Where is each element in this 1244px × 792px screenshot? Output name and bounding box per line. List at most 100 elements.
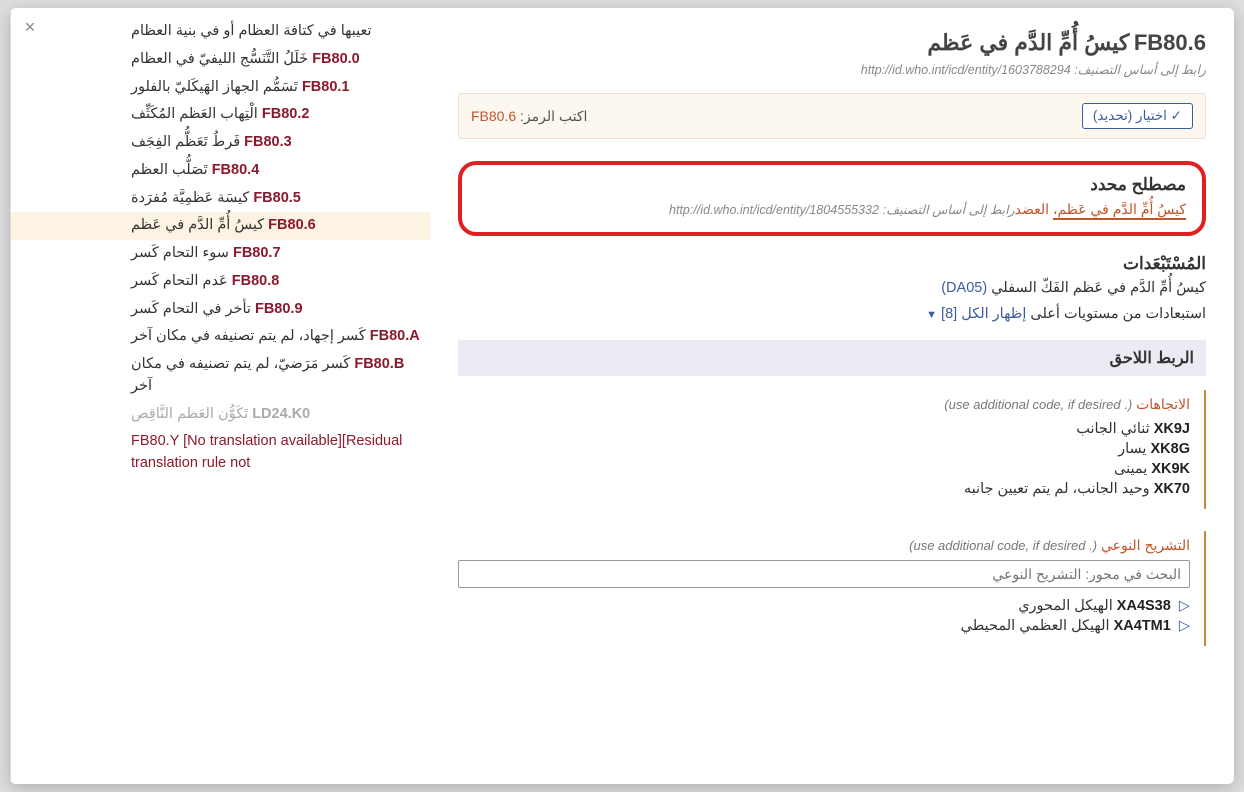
exclusion-text: كيسُ أُمِّ الدَّم في عَظم الفَكّ السفلي xyxy=(991,280,1206,296)
expand-icon[interactable]: ▷ xyxy=(1179,598,1190,614)
nav-code: FB80.6 xyxy=(268,217,316,233)
nav-code: FB80.A xyxy=(370,328,420,344)
nav-code: FB80.Y xyxy=(131,433,179,449)
nav-code: FB80.0 xyxy=(312,51,360,67)
showall-label: استبعادات من مستويات أعلى xyxy=(1030,306,1206,322)
axis-item-code: XA4TM1 xyxy=(1114,618,1171,634)
matched-term-line: كيسُ أُمِّ الدَّم في عَظم، العضدرابط إلى… xyxy=(478,201,1186,218)
axis-item-code: XK9K xyxy=(1151,461,1190,477)
axis-title: التشريح النوعي (. use additional code, i… xyxy=(458,537,1190,554)
foundation-label: رابط إلى أساس التصنيف: xyxy=(1074,63,1206,77)
axis-search-input[interactable] xyxy=(458,560,1190,588)
matched-term-text: كيسُ أُمِّ الدَّم في عَظم، xyxy=(1053,201,1186,220)
nav-item[interactable]: FB80.0 خَلَلُ التَّنَسُّج الليفيّ في الع… xyxy=(11,46,430,74)
matched-term-highlight: مصطلح محدد كيسُ أُمِّ الدَّم في عَظم، ال… xyxy=(458,161,1206,236)
axis-item-code: XA4S38 xyxy=(1117,598,1171,614)
nav-label: الْتِهاب العَظم المُكَثِّف xyxy=(131,106,262,122)
matched-term-extra: العضد xyxy=(1015,201,1049,217)
nav-item[interactable]: FB80.2 الْتِهاب العَظم المُكَثِّف xyxy=(11,101,430,129)
matched-term-heading: مصطلح محدد xyxy=(478,175,1186,195)
axis-item[interactable]: XK9J ثنائي الجانب xyxy=(458,419,1190,439)
nav-code: FB80.5 xyxy=(253,190,301,206)
nav-label: سوء التحام كَسر xyxy=(131,245,233,261)
nav-item[interactable]: FB80.7 سوء التحام كَسر xyxy=(11,240,430,268)
page-title: FB80.6 كيسُ أُمِّ الدَّم في عَظم xyxy=(458,30,1206,56)
nav-item[interactable]: تعيبها في كتافة العظام أو في بنية العظام xyxy=(11,18,430,46)
select-button[interactable]: ✓ اختيار (تحديد) xyxy=(1082,103,1193,129)
code-entry-label: اكتب الرمز: xyxy=(520,108,587,124)
hierarchy-sidebar[interactable]: تعيبها في كتافة العظام أو في بنية العظام… xyxy=(10,8,430,784)
axis-name: الاتجاهات xyxy=(1136,396,1190,412)
axis-item-code: XK70 xyxy=(1154,481,1190,497)
exclusions-block: المُسْتَبْعَدات كيسُ أُمِّ الدَّم في عَظ… xyxy=(458,254,1206,322)
nav-code: FB80.9 xyxy=(255,301,303,317)
code-entry: اكتب الرمز: FB80.6 xyxy=(471,108,587,125)
axis-item[interactable]: ▷ XA4TM1 الهيكل العظمي المحيطي xyxy=(458,616,1190,636)
axis-item-label: وحيد الجانب، لم يتم تعيين جانبه xyxy=(964,481,1150,497)
nav-label: خَلَلُ التَّنَسُّج الليفيّ في العظام xyxy=(131,51,312,67)
showall-link[interactable]: إظهار الكل [8] xyxy=(941,306,1026,322)
nav-item[interactable]: LD24.K0 تَكَوُّن العَظم النَّاقِص xyxy=(11,401,430,429)
code-entry-value: FB80.6 xyxy=(471,108,516,124)
axis-anatomy: التشريح النوعي (. use additional code, i… xyxy=(458,531,1206,646)
matched-term-uri[interactable]: http://id.who.int/icd/entity/1804555332 xyxy=(669,203,879,217)
axis-title: الاتجاهات (. use additional code, if des… xyxy=(458,396,1190,413)
nav-item[interactable]: FB80.5 كيسَة عَظمِيَّة مُفرَدة xyxy=(11,185,430,213)
axis-note: (. use additional code, if desired) xyxy=(944,397,1132,412)
exclusion-code-link[interactable]: (DA05) xyxy=(941,280,987,296)
main-content: FB80.6 كيسُ أُمِّ الدَّم في عَظم رابط إل… xyxy=(430,8,1234,784)
matched-term-foundation-label: رابط إلى أساس التصنيف: xyxy=(883,203,1015,217)
nav-code: FB80.8 xyxy=(232,273,280,289)
axis-item-label: الهيكل العظمي المحيطي xyxy=(961,618,1110,634)
nav-code: LD24.K0 xyxy=(252,406,310,422)
close-icon[interactable]: × xyxy=(20,18,40,38)
nav-list: تعيبها في كتافة العظام أو في بنية العظام… xyxy=(11,14,430,482)
axis-item[interactable]: XK70 وحيد الجانب، لم يتم تعيين جانبه xyxy=(458,479,1190,499)
nav-label: كيسَة عَظمِيَّة مُفرَدة xyxy=(131,190,253,206)
nav-code: FB80.7 xyxy=(233,245,281,261)
nav-item[interactable]: FB80.4 تَصَلُّب العظم xyxy=(11,157,430,185)
nav-item[interactable]: FB80.3 فَرطُ تَعَظُّم الفِجَف xyxy=(11,129,430,157)
nav-label: تَكَوُّن العَظم النَّاقِص xyxy=(131,406,252,422)
nav-label: تعيبها في كتافة العظام أو في بنية العظام xyxy=(131,23,372,39)
nav-label: عَدم التحام كَسر xyxy=(131,273,232,289)
nav-item[interactable]: FB80.8 عَدم التحام كَسر xyxy=(11,268,430,296)
postcoordination-heading: الربط اللاحق xyxy=(458,340,1206,376)
axis-laterality: الاتجاهات (. use additional code, if des… xyxy=(458,390,1206,509)
nav-item[interactable]: FB80.Y [No translation available][Residu… xyxy=(11,428,430,478)
code-select-bar: ✓ اختيار (تحديد) اكتب الرمز: FB80.6 xyxy=(458,93,1206,139)
axis-item[interactable]: ▷ XA4S38 الهيكل المحوري xyxy=(458,596,1190,616)
axis-item-label: يمينى xyxy=(1114,461,1147,477)
nav-item[interactable]: FB80.A كَسر إجهاد، لم يتم تصنيفه في مكان… xyxy=(11,323,430,351)
nav-label: تَسَمُّم الجهاز الهَيكَليّ بالفلور xyxy=(131,79,302,95)
nav-item[interactable]: FB80.1 تَسَمُّم الجهاز الهَيكَليّ بالفلو… xyxy=(11,74,430,102)
foundation-uri[interactable]: http://id.who.int/icd/entity/1603788294 xyxy=(861,63,1071,77)
chevron-down-icon[interactable]: ▼ xyxy=(926,309,937,321)
nav-label: كَسر مَرَضيّ، لم يتم تصنيفه في مكان آخر xyxy=(131,356,354,394)
nav-code: FB80.1 xyxy=(302,79,350,95)
nav-code: FB80.B xyxy=(354,356,404,372)
axis-item[interactable]: XK9K يمينى xyxy=(458,459,1190,479)
expand-icon[interactable]: ▷ xyxy=(1179,618,1190,634)
nav-label: كيسُ أُمِّ الدَّم في عَظم xyxy=(131,217,268,233)
nav-code: FB80.3 xyxy=(244,134,292,150)
axis-item-code: XK9J xyxy=(1154,421,1190,437)
title-text: كيسُ أُمِّ الدَّم في عَظم xyxy=(927,30,1129,55)
foundation-uri-row: رابط إلى أساس التصنيف: http://id.who.int… xyxy=(458,62,1206,77)
nav-code: FB80.4 xyxy=(212,162,260,178)
nav-item[interactable]: FB80.6 كيسُ أُمِّ الدَّم في عَظم xyxy=(11,212,430,240)
axis-item-label: ثنائي الجانب xyxy=(1076,421,1149,437)
axis-item[interactable]: XK8G يسار xyxy=(458,439,1190,459)
modal-dialog: × تعيبها في كتافة العظام أو في بنية العظ… xyxy=(10,8,1234,784)
nav-label: تَصَلُّب العظم xyxy=(131,162,212,178)
exclusion-item: كيسُ أُمِّ الدَّم في عَظم الفَكّ السفلي … xyxy=(458,280,1206,296)
axis-item-label: الهيكل المحوري xyxy=(1018,598,1113,614)
nav-code: FB80.2 xyxy=(262,106,310,122)
axis-note: (. use additional code, if desired) xyxy=(909,538,1097,553)
nav-item[interactable]: FB80.9 تأخر في التحام كَسر xyxy=(11,296,430,324)
nav-item[interactable]: FB80.B كَسر مَرَضيّ، لم يتم تصنيفه في مك… xyxy=(11,351,430,401)
exclusions-heading: المُسْتَبْعَدات xyxy=(458,254,1206,274)
axis-item-code: XK8G xyxy=(1151,441,1191,457)
nav-label: فَرطُ تَعَظُّم الفِجَف xyxy=(131,134,244,150)
nav-label: تأخر في التحام كَسر xyxy=(131,301,255,317)
